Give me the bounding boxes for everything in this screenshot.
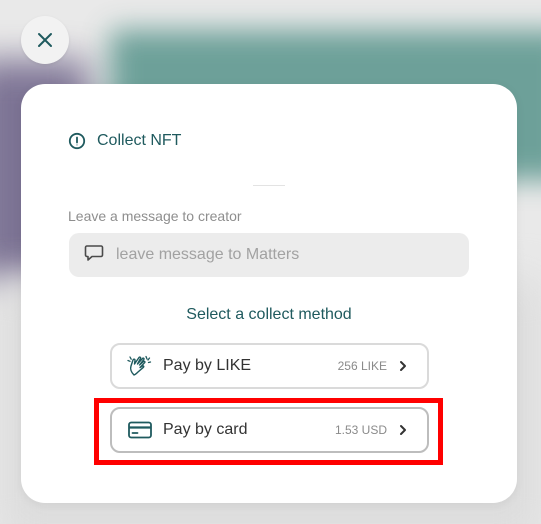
collect-dialog: Collect NFT Leave a message to creator S… (21, 84, 517, 503)
pay-by-card-label: Pay by card (163, 421, 248, 438)
info-circle-icon (68, 132, 86, 150)
collect-method-heading: Select a collect method (186, 306, 352, 323)
pay-by-like-price: 256 LIKE (337, 359, 387, 373)
pay-by-like-button[interactable]: Pay by LIKE 256 LIKE (110, 343, 429, 389)
close-button[interactable] (21, 16, 69, 64)
chevron-right-icon (399, 360, 407, 372)
divider (253, 185, 285, 186)
clap-hands-icon (127, 354, 153, 378)
speech-bubble-icon (84, 244, 104, 267)
dialog-title-text: Collect NFT (97, 132, 182, 149)
credit-card-icon (127, 418, 153, 442)
pay-by-card-price: 1.53 USD (334, 423, 387, 437)
chevron-right-icon (399, 424, 407, 436)
message-field[interactable] (69, 233, 469, 277)
pay-by-like-label: Pay by LIKE (163, 357, 252, 374)
dialog-title: Collect NFT (68, 132, 181, 150)
close-icon (38, 33, 52, 47)
pay-by-card-button[interactable]: Pay by card 1.53 USD (110, 407, 429, 453)
message-input[interactable] (116, 246, 436, 264)
message-label: Leave a message to creator (68, 208, 242, 224)
